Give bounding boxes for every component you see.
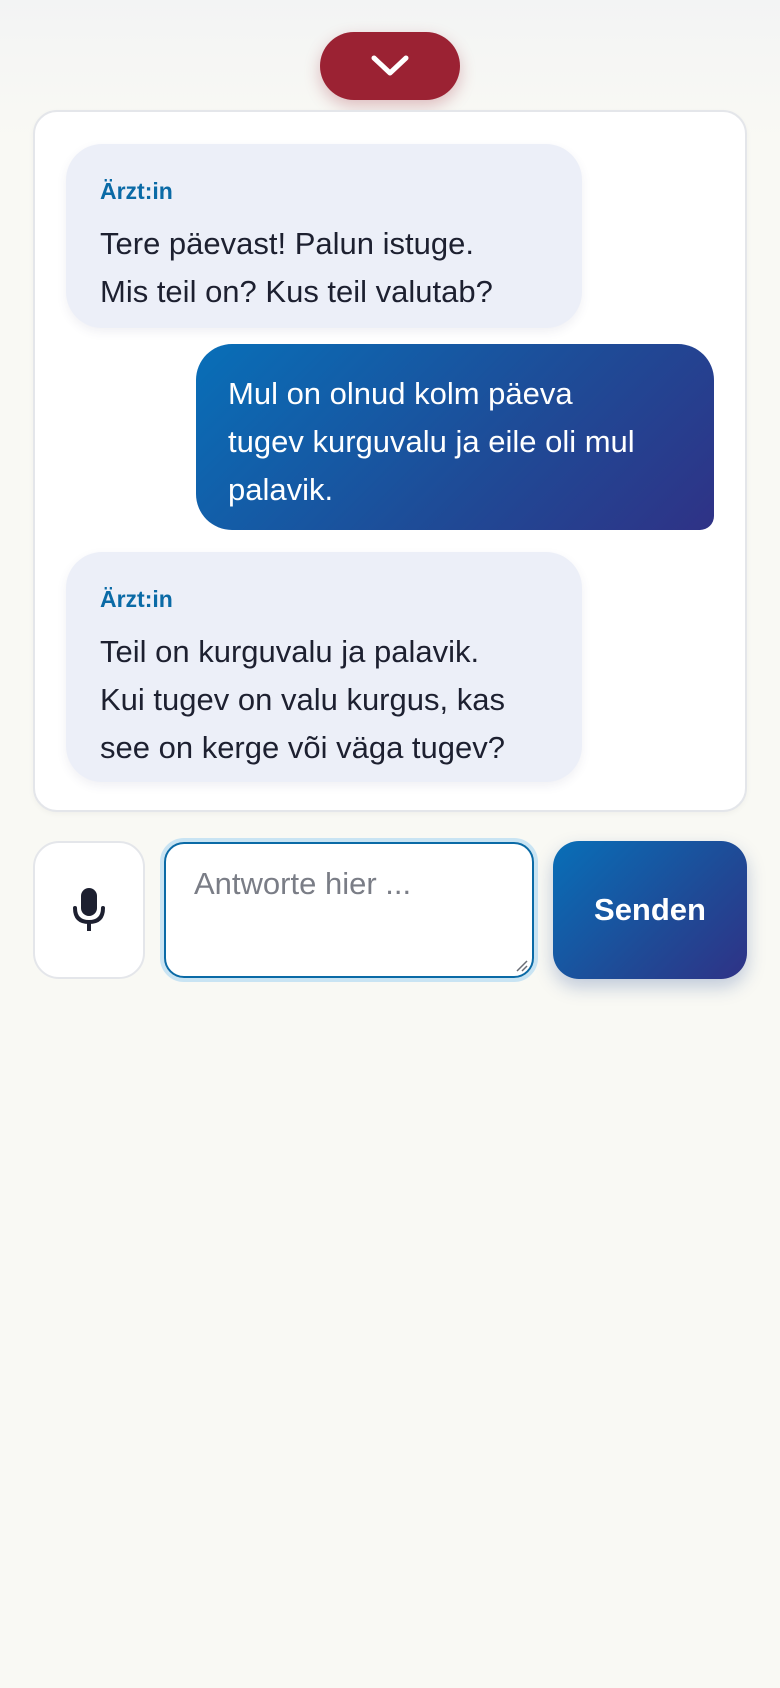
message-text: Mul on olnud kolm päeva tugev kurguvalu …: [228, 370, 682, 514]
message-line: Kui tugev on valu kurgus, kas: [100, 682, 505, 717]
sender-label: Ärzt:in: [100, 178, 173, 204]
doctor-message: Ärzt:in Teil on kurguvalu ja palavik. Ku…: [66, 552, 582, 782]
message-text: Tere päevast! Palun istuge. Mis teil on?…: [100, 220, 548, 316]
chat-panel: Ärzt:in Tere päevast! Palun istuge. Mis …: [33, 110, 747, 812]
user-message: Mul on olnud kolm päeva tugev kurguvalu …: [196, 344, 714, 530]
message-line: Tere päevast! Palun istuge.: [100, 226, 474, 261]
collapse-chat-button[interactable]: [320, 32, 460, 100]
microphone-button[interactable]: [33, 841, 145, 979]
reply-input[interactable]: [164, 842, 534, 978]
microphone-icon: [73, 888, 105, 931]
message-line: Mis teil on? Kus teil valutab?: [100, 274, 493, 309]
sender-label: Ärzt:in: [100, 586, 173, 612]
message-line: Teil on kurguvalu ja palavik.: [100, 634, 480, 669]
chevron-down-icon: [371, 55, 409, 76]
send-button[interactable]: Senden: [553, 841, 747, 979]
message-line: see on kerge või väga tugev?: [100, 730, 505, 765]
message-line: palavik.: [228, 472, 334, 507]
reply-input-wrapper: [160, 838, 538, 982]
message-text: Teil on kurguvalu ja palavik. Kui tugev …: [100, 628, 548, 772]
message-line: Mul on olnud kolm päeva: [228, 376, 573, 411]
message-line: tugev kurguvalu ja eile oli mul: [228, 424, 635, 459]
doctor-message: Ärzt:in Tere päevast! Palun istuge. Mis …: [66, 144, 582, 328]
